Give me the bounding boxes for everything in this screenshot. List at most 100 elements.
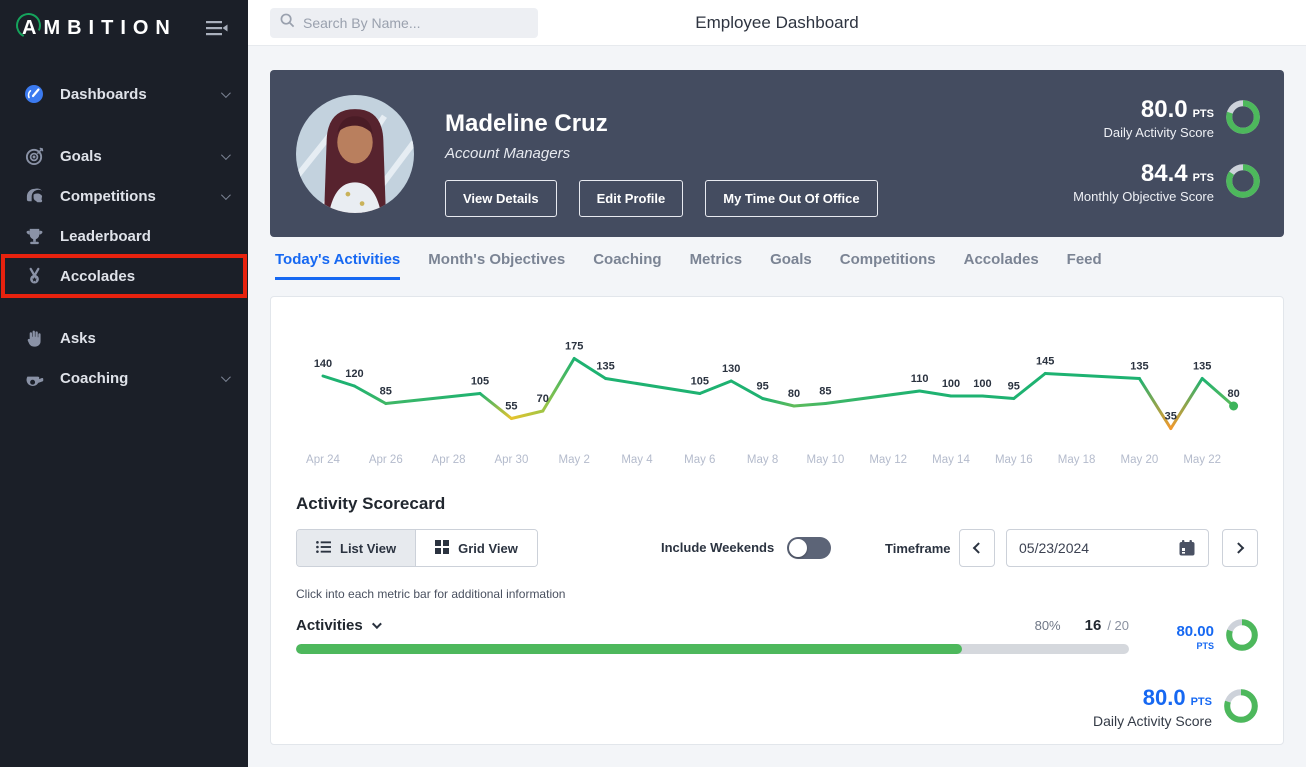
my-time-out-of-office-button[interactable]: My Time Out Of Office [705,180,878,217]
svg-text:May 16: May 16 [995,454,1033,466]
svg-text:Apr 28: Apr 28 [432,454,466,466]
profile-buttons: View Details Edit Profile My Time Out Of O… [445,180,878,217]
chevron-down-icon [220,87,231,98]
activities-ring [1226,619,1258,656]
tab-accolades[interactable]: Accolades [964,251,1039,280]
topbar: Employee Dashboard [248,0,1306,46]
tab-competitions[interactable]: Competitions [840,251,936,280]
svg-text:May 4: May 4 [621,454,653,466]
svg-text:100: 100 [973,378,991,390]
tab-metrics[interactable]: Metrics [690,251,743,280]
svg-text:140: 140 [314,358,332,370]
tab-feed[interactable]: Feed [1067,251,1102,280]
sidebar-item-dashboards[interactable]: Dashboards [0,74,248,114]
profile-card: Madeline Cruz Account Managers View Deta… [270,70,1284,237]
sidebar-item-coaching[interactable]: Coaching [0,358,248,398]
calendar-icon[interactable] [1178,539,1196,557]
tab-coaching[interactable]: Coaching [593,251,661,280]
svg-text:100: 100 [942,378,960,390]
metric-total: / 20 [1107,618,1129,633]
dashboard-tabs: Today's Activities Month's Objectives Coac… [275,251,1102,280]
svg-text:May 2: May 2 [559,454,590,466]
activities-expander[interactable]: Activities [296,617,382,634]
date-picker[interactable] [1006,529,1209,567]
sidebar-item-asks[interactable]: Asks [0,318,248,358]
score-value: 80.0 [1140,96,1188,123]
svg-text:105: 105 [471,376,489,388]
score-label: Monthly Objective Score [1073,189,1214,204]
svg-text:May 8: May 8 [747,454,778,466]
svg-text:Apr 30: Apr 30 [494,454,528,466]
sidebar-item-label: Accolades [60,267,136,285]
svg-text:135: 135 [1193,361,1211,373]
sidebar-item-goals[interactable]: Goals [0,136,248,176]
summary-ring [1224,688,1258,728]
view-details-button[interactable]: View Details [445,180,557,217]
chevron-down-icon [220,149,231,160]
svg-text:May 20: May 20 [1121,454,1159,466]
sidebar-item-label: Goals [60,147,102,165]
svg-text:110: 110 [911,373,929,385]
score-unit: PTS [1192,108,1214,120]
svg-text:95: 95 [1008,381,1020,393]
sidebar-item-competitions[interactable]: Competitions [0,176,248,216]
ambition-logo: AMBITION [12,9,177,42]
target-icon [24,146,44,166]
svg-text:85: 85 [380,386,392,398]
sidebar-item-label: Leaderboard [60,227,151,245]
grid-view-button[interactable]: Grid View [416,530,537,566]
date-input[interactable] [1019,540,1178,556]
summary-value: 80.0 [1142,685,1186,710]
activity-card: 140 120 85 105 55 70 175 135 105 130 95 80 85 110 100 1… [270,296,1284,745]
score-unit: PTS [1192,172,1214,184]
svg-text:130: 130 [722,363,740,375]
tab-goals[interactable]: Goals [770,251,812,280]
sidebar-item-label: Asks [60,329,96,347]
previous-day-button[interactable] [959,529,995,567]
svg-text:70: 70 [537,393,549,405]
include-weekends-toggle[interactable] [787,537,831,559]
daily-activity-score: 80.0 PTS Daily Activity Score [1073,98,1260,140]
next-day-button[interactable] [1222,529,1258,567]
monthly-score-ring [1226,163,1260,203]
svg-text:80: 80 [788,388,800,400]
activities-points: 80.00 PTS [1176,619,1258,656]
search-input[interactable] [303,14,528,31]
svg-text:May 14: May 14 [932,454,970,466]
sidebar-collapse-icon[interactable] [206,20,228,37]
scorecard-heading: Activity Scorecard [296,494,446,513]
search-box[interactable] [270,7,538,38]
svg-text:May 10: May 10 [807,454,845,466]
tab-today-s-activities[interactable]: Today's Activities [275,251,401,280]
svg-text:85: 85 [819,386,831,398]
grid-icon [435,539,450,557]
svg-text:175: 175 [565,341,583,353]
daily-score-ring [1226,99,1260,139]
helmet-icon [24,186,44,206]
gauge-icon [24,84,44,104]
daily-score-summary: 80.0 PTS Daily Activity Score [1093,687,1258,729]
hand-icon [24,328,44,348]
sidebar-item-accolades[interactable]: Accolades [0,254,248,298]
scorecard-controls: List View Grid View Include Weekends Tim… [296,529,1258,569]
activities-progress-bar[interactable] [296,644,1129,654]
metric-hint: Click into each metric bar for additiona… [296,587,566,601]
chevron-down-icon [220,371,231,382]
chevron-down-icon [220,189,231,200]
sidebar: AMBITION Dashboards Goals Competitions Lead… [0,0,248,767]
sidebar-item-label: Coaching [60,369,129,387]
trophy-icon [24,226,44,246]
edit-profile-button[interactable]: Edit Profile [578,180,684,217]
metric-percent: 80% [1034,618,1061,633]
activities-metric-row: Activities 80% 16 / 20 80.00 PTS [296,617,1258,654]
sidebar-item-leaderboard[interactable]: Leaderboard [0,216,248,256]
profile-name: Madeline Cruz [445,110,608,137]
view-switcher: List View Grid View [296,529,538,567]
tab-month-s-objectives[interactable]: Month's Objectives [428,251,565,280]
metric-completed: 16 [1084,617,1102,634]
svg-text:Apr 26: Apr 26 [369,454,403,466]
list-view-button[interactable]: List View [297,530,417,566]
medal-icon [24,266,44,286]
svg-text:May 18: May 18 [1058,454,1096,466]
activity-line-chart: 140 120 85 105 55 70 175 135 105 130 95 80 85 110 100 1… [271,311,1283,479]
